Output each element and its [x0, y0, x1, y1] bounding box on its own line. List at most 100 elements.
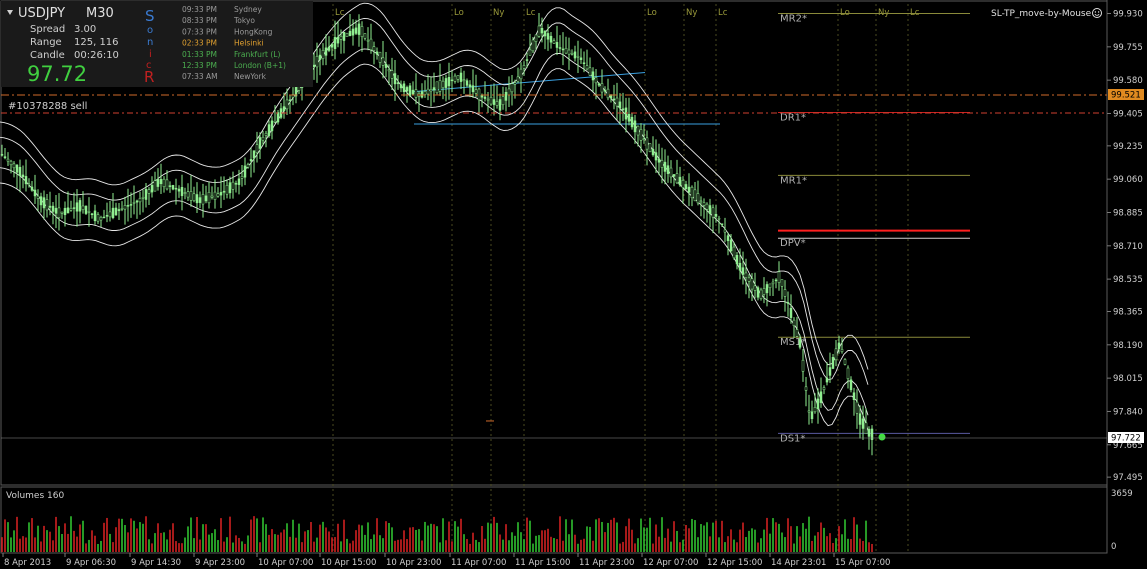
candle-body	[531, 39, 535, 52]
candle-body	[201, 194, 205, 205]
candle-body	[105, 215, 109, 217]
time-tick-label: 9 Apr 23:00	[195, 558, 245, 568]
candle-body	[15, 164, 19, 173]
volume-title: Volumes 160	[6, 491, 64, 501]
candle-body	[141, 196, 145, 199]
session-marker: Lc	[526, 8, 536, 18]
candle-body	[837, 342, 841, 349]
candle-body	[327, 46, 331, 51]
time-tick-label: 12 Apr 15:00	[707, 558, 762, 568]
candle-body	[177, 188, 181, 192]
candle-body	[504, 91, 508, 101]
candle-body	[180, 187, 184, 197]
timezone-time: 07:33 AM	[182, 72, 218, 81]
volume-zero-label: 0	[1111, 542, 1116, 552]
candle-body	[234, 183, 238, 185]
candle-body	[93, 210, 97, 222]
candle-body	[354, 27, 358, 34]
candle-body	[330, 44, 334, 48]
candle-body	[153, 180, 157, 192]
candle-body	[9, 160, 13, 166]
candle-body	[69, 208, 73, 211]
smiley-eye-left-icon	[1094, 11, 1097, 13]
chart-window[interactable]: Lc Lo Ny Lc Lo Ny Lc Lo Ny Lc MR2* DR1* MR1* DPV* MS1…	[0, 0, 1147, 569]
candle-body	[81, 205, 85, 210]
candle-body	[387, 69, 391, 72]
timezone-city: Helsinki	[234, 39, 264, 48]
candle-body	[627, 113, 631, 122]
candle-body	[225, 185, 229, 195]
candle-body	[810, 411, 814, 420]
candle-body	[753, 285, 757, 291]
price-tick-label: 99.235	[1113, 142, 1143, 152]
candle-body	[456, 75, 460, 80]
candle-body	[657, 158, 661, 163]
candle-body	[135, 200, 139, 203]
candle-body	[336, 36, 340, 44]
candle-body	[672, 174, 676, 177]
price-chart[interactable]: Lc Lo Ny Lc Lo Ny Lc Lo Ny Lc MR2*DR1*MR1*DPV*MS1…	[0, 0, 1147, 569]
sonic-letter-s: S	[145, 7, 155, 25]
candle-body	[6, 158, 10, 162]
candle-body	[765, 284, 769, 294]
candle-body	[744, 272, 748, 278]
session-marker: Ny	[878, 8, 889, 18]
candle-body	[747, 277, 751, 282]
candle-body	[516, 76, 520, 82]
candle-body	[705, 203, 709, 210]
candle-body	[621, 108, 625, 110]
current-price-dot	[878, 433, 886, 441]
candle-body	[738, 262, 742, 271]
candle-body	[759, 289, 763, 299]
timezone-city: Sydney	[234, 5, 262, 14]
candle-body	[87, 211, 91, 213]
candle-body	[246, 164, 250, 168]
time-tick-label: 14 Apr 23:01	[771, 558, 826, 568]
candle-body	[78, 200, 82, 212]
candle-body	[723, 229, 727, 233]
candle-body	[156, 179, 160, 187]
timeframe-label: M30	[86, 6, 114, 21]
candle-body	[174, 187, 178, 190]
timezone-city: London (B+1)	[234, 61, 286, 70]
candle-body	[594, 77, 598, 84]
session-marker: Lc	[718, 8, 728, 18]
price-tick-label: 97.840	[1113, 407, 1143, 417]
candle-body	[162, 178, 166, 187]
pivot-level-label: MR1*	[780, 175, 807, 186]
candle-body	[33, 189, 37, 197]
candle-body	[390, 70, 394, 79]
candle-body	[147, 189, 151, 194]
candle-body	[651, 148, 655, 156]
candle-body	[468, 84, 472, 88]
candle-body	[168, 185, 172, 187]
candle-body	[633, 120, 637, 133]
candle-body	[120, 208, 124, 210]
session-marker: Ny	[686, 8, 697, 18]
candle-body	[519, 68, 523, 80]
candle-body	[18, 166, 22, 177]
candle-body	[54, 207, 58, 214]
candle-body	[321, 50, 325, 59]
candle-body	[546, 33, 550, 40]
candle-body	[360, 26, 364, 37]
candle-body	[675, 173, 679, 184]
candle-body	[555, 42, 559, 48]
candle-body	[132, 202, 136, 204]
candle-body	[159, 179, 163, 185]
candle-body	[588, 67, 592, 76]
session-marker: Lo	[840, 8, 850, 18]
session-marker: Ny	[493, 8, 504, 18]
candle-body	[171, 185, 175, 190]
candle-body	[486, 98, 490, 101]
price-axis: 99.930 99.755 99.580 99.405 99.235 99.060 98.8…	[1107, 10, 1143, 483]
candle-body	[549, 35, 553, 43]
candle-body	[381, 57, 385, 66]
candle-body	[684, 184, 688, 190]
symbol-label: USDJPY	[18, 6, 65, 21]
candle-body	[579, 57, 583, 60]
candle-body	[228, 182, 232, 194]
candle-body	[195, 194, 199, 204]
candle-body	[864, 422, 868, 434]
price-tick-label: 98.885	[1113, 208, 1143, 218]
